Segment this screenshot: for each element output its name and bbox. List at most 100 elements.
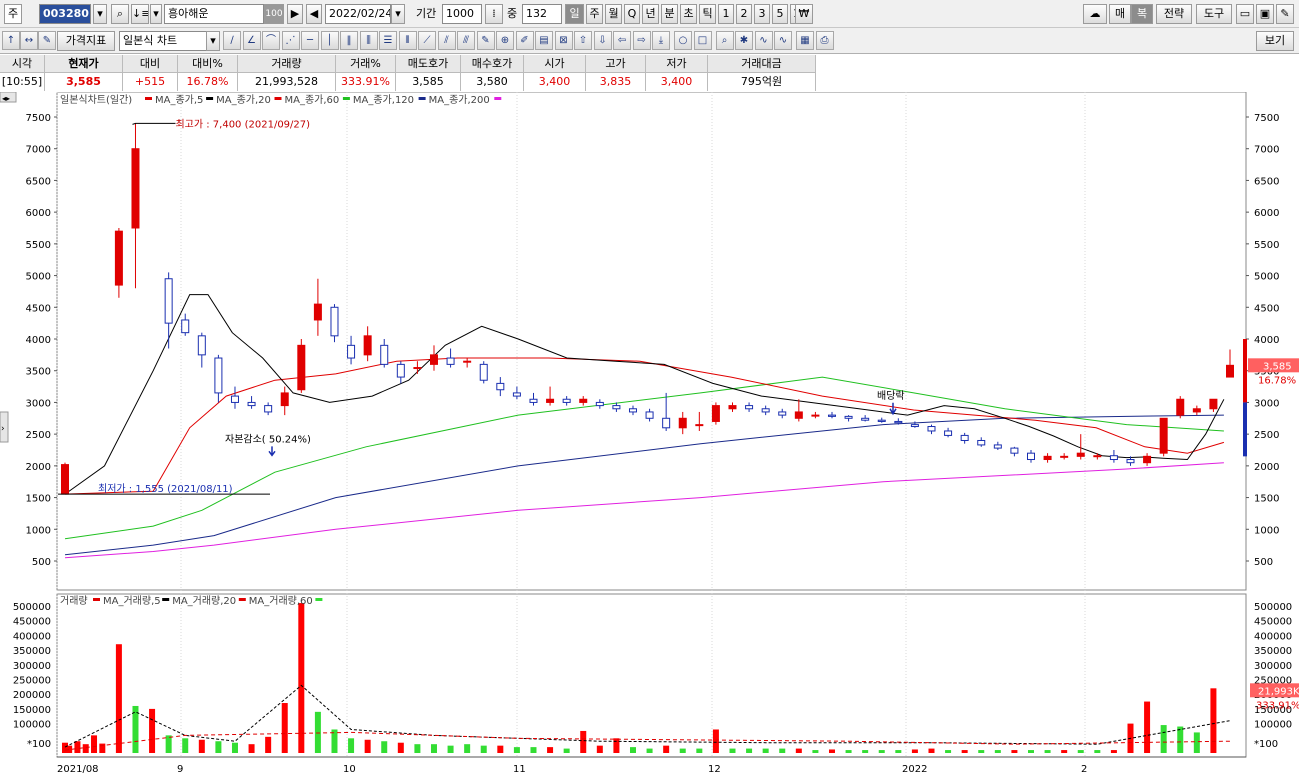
trend-line-icon[interactable]: ∕ xyxy=(223,31,241,50)
view-button[interactable]: 보기 xyxy=(1256,31,1294,51)
candle-body xyxy=(61,464,69,495)
date-dropdown-button[interactable]: ▾ xyxy=(391,4,405,24)
period-button-3[interactable]: Q xyxy=(624,4,640,24)
code-dropdown-button[interactable]: ▾ xyxy=(93,4,107,24)
prev-stock-button[interactable]: ◀ xyxy=(306,4,322,24)
arrow-right-icon[interactable]: ⇨ xyxy=(632,31,651,50)
channel-icon[interactable]: ⟋ xyxy=(418,31,436,50)
quote-header-3: 대비% xyxy=(178,55,238,73)
cloud-icon[interactable]: ☁ xyxy=(1083,4,1107,24)
grid-lines-icon[interactable]: ⫼ xyxy=(359,31,378,50)
fan-icon[interactable]: ⋰ xyxy=(281,31,300,50)
gann-icon[interactable]: ⫽ xyxy=(437,31,456,50)
period-button-5[interactable]: 분 xyxy=(661,4,678,24)
stock-name-field[interactable]: 흥아해운 xyxy=(164,4,264,24)
strategy-menu[interactable]: 전략 xyxy=(1156,4,1192,24)
y-volume-tick-left: 450000 xyxy=(13,617,51,628)
wave-icon[interactable]: ∿ xyxy=(754,31,773,50)
chart-type-dropdown[interactable]: ▾ xyxy=(206,31,220,51)
period-button-0[interactable]: 일 xyxy=(565,4,584,24)
wrench-icon[interactable]: ✎ xyxy=(1276,4,1294,24)
next-stock-button[interactable]: ▶ xyxy=(287,4,303,24)
multi-view-button[interactable]: 복 xyxy=(1131,4,1153,24)
candle-body xyxy=(1060,455,1069,458)
volume-bar xyxy=(1144,701,1151,753)
period-button-8[interactable]: 1 xyxy=(718,4,734,24)
candle-body xyxy=(1192,408,1201,413)
crosshair-icon[interactable]: ⊕ xyxy=(496,31,514,50)
candle-body xyxy=(678,417,687,429)
period-spin-icon[interactable]: ⁞ xyxy=(485,4,503,24)
search-icon[interactable]: ⌕ xyxy=(111,4,129,24)
fibonacci-icon[interactable]: ⫻ xyxy=(457,31,475,50)
arrow-up-icon[interactable]: ⇧ xyxy=(574,31,592,50)
y-price-tick-right: 2000 xyxy=(1254,462,1279,473)
legend-swatch xyxy=(238,598,246,601)
sort-icon[interactable]: ↓≡ xyxy=(131,4,149,24)
volume-bar xyxy=(231,742,238,753)
candle-body xyxy=(745,405,754,410)
download-icon[interactable]: ⤓ xyxy=(652,31,670,50)
period-button-10[interactable]: 3 xyxy=(754,4,770,24)
parallel-lines-icon[interactable]: ‖ xyxy=(340,31,358,50)
star-icon[interactable]: ✱ xyxy=(735,31,753,50)
count-input[interactable]: 132 xyxy=(522,4,562,24)
cycle-lines-icon[interactable]: ⫴ xyxy=(398,31,417,50)
indicator-button[interactable]: 가격지표 xyxy=(57,31,115,51)
horizontal-line-icon[interactable]: ─ xyxy=(301,31,319,50)
period-button-7[interactable]: 틱 xyxy=(699,4,716,24)
pen-icon[interactable]: ✎ xyxy=(476,31,495,50)
custom-period-icon[interactable]: ₩ xyxy=(795,4,813,24)
period-input[interactable]: 1000 xyxy=(442,4,482,24)
chart-type-select[interactable]: 일본식 차트 xyxy=(119,31,207,51)
period-button-2[interactable]: 월 xyxy=(605,4,622,24)
date-input[interactable]: 2022/02/24 xyxy=(325,4,391,24)
market-selector[interactable]: 주 xyxy=(4,4,22,24)
volume-bar xyxy=(1160,725,1167,753)
arrow-left-icon[interactable]: ⇦ xyxy=(613,31,631,50)
y-price-tick-left: 6500 xyxy=(26,176,51,187)
print-icon[interactable]: ⎙ xyxy=(815,31,834,50)
price-badge-pct: 16.78% xyxy=(1258,375,1296,386)
scroll-up-icon[interactable]: ↑ xyxy=(2,31,20,50)
tools-menu[interactable]: 도구 xyxy=(1196,4,1232,24)
candle-body xyxy=(1226,364,1234,378)
list-dropdown-button[interactable]: ▾ xyxy=(150,4,162,24)
volume-unit-right: *100 xyxy=(1254,739,1278,750)
edit-icon[interactable]: ✎ xyxy=(38,31,56,50)
square-icon[interactable]: □ xyxy=(693,31,712,50)
box-icon[interactable]: ⊠ xyxy=(554,31,573,50)
text-lines-icon[interactable]: ☰ xyxy=(379,31,397,50)
table-icon[interactable]: ▤ xyxy=(535,31,553,50)
circle-icon[interactable]: ○ xyxy=(674,31,692,50)
save-icon[interactable]: ▣ xyxy=(1256,4,1274,24)
x-axis-label: 2021/08 xyxy=(57,764,99,775)
period-button-11[interactable]: 5 xyxy=(772,4,788,24)
candle-body xyxy=(695,424,704,427)
volume-bar xyxy=(596,745,603,753)
single-view-button[interactable]: 매 xyxy=(1109,4,1131,24)
wave2-icon[interactable]: ∿ xyxy=(774,31,792,50)
period-button-4[interactable]: 년 xyxy=(642,4,659,24)
period-button-9[interactable]: 2 xyxy=(736,4,752,24)
pencil-icon[interactable]: ✐ xyxy=(515,31,534,50)
period-button-6[interactable]: 초 xyxy=(680,4,697,24)
angle-line-icon[interactable]: ∠ xyxy=(242,31,261,50)
open-folder-icon[interactable]: ▭ xyxy=(1236,4,1254,24)
volume-bar xyxy=(563,748,570,753)
x-axis-label: 12 xyxy=(708,764,721,775)
candle-body xyxy=(297,344,306,391)
arc-icon[interactable]: ⌒ xyxy=(262,31,280,50)
period-button-1[interactable]: 주 xyxy=(586,4,603,24)
zoom-icon[interactable]: ⌕ xyxy=(715,31,734,50)
arrow-down-icon[interactable]: ⇩ xyxy=(593,31,612,50)
y-price-tick-right: 6500 xyxy=(1254,176,1279,187)
expand-icon[interactable]: ↔ xyxy=(20,31,38,50)
price-volume-chart[interactable]: 2021/08 9 10 11 12 2022 2500 5001000 10001500 150… xyxy=(0,92,1299,778)
volume-bar xyxy=(812,750,819,753)
x-axis-label: 11 xyxy=(513,764,526,775)
stock-code-input[interactable]: 003280 xyxy=(39,4,91,24)
grid-icon[interactable]: ▦ xyxy=(796,31,814,50)
vertical-line-icon[interactable]: │ xyxy=(320,31,339,50)
y-volume-tick-left: 200000 xyxy=(13,690,51,701)
